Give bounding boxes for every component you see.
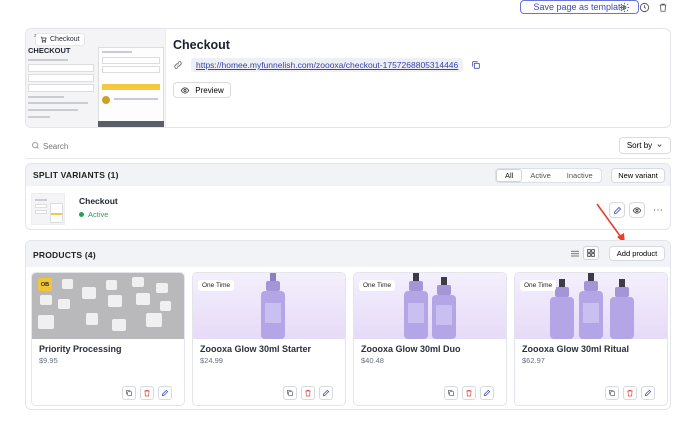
copy-icon [126, 390, 132, 396]
more-options-icon[interactable]: ⋯ [650, 202, 666, 218]
edit-product-button[interactable] [319, 386, 333, 400]
preview-button[interactable]: Preview [173, 82, 231, 98]
product-price: $40.48 [361, 356, 384, 365]
variant-status-badge: Active [79, 210, 108, 219]
product-card[interactable]: OB Priority Processing $9.95 [31, 272, 185, 406]
view-toggle [567, 246, 599, 260]
filter-tab-active[interactable]: Active [522, 169, 558, 182]
delete-product-button[interactable] [301, 386, 315, 400]
copy-icon [448, 390, 454, 396]
trash-icon [466, 389, 472, 397]
gear-icon[interactable] [617, 0, 631, 14]
divider [25, 158, 671, 159]
new-variant-button[interactable]: New variant [611, 168, 665, 183]
trash-icon [627, 389, 633, 397]
product-name: Zoooxa Glow 30ml Starter [200, 344, 312, 354]
pencil-icon [322, 389, 330, 397]
history-icon[interactable] [637, 0, 651, 14]
product-name: Zoooxa Glow 30ml Ritual [522, 344, 630, 354]
pencil-icon [483, 389, 491, 397]
products-title: PRODUCTS (4) [33, 250, 96, 260]
search-row: Sort by [25, 137, 671, 159]
chevron-down-icon [657, 144, 662, 147]
eye-icon [181, 86, 190, 94]
thumbnail-tag: Checkout [36, 34, 84, 45]
duplicate-product-button[interactable] [122, 386, 136, 400]
link-icon [174, 61, 182, 69]
thumbnail-tag-label: Checkout [50, 36, 80, 43]
product-name: Priority Processing [39, 344, 122, 354]
copy-icon [609, 390, 615, 396]
cart-icon [40, 36, 47, 43]
copy-icon[interactable] [471, 60, 481, 70]
product-price: $9.95 [39, 356, 58, 365]
products-section: PRODUCTS (4) Add product OB Priority Pro… [25, 240, 671, 410]
variant-filter-group: All Active Inactive [495, 168, 602, 183]
product-card[interactable]: One Time Zoooxa Glow 30ml Starter $24.99 [192, 272, 346, 406]
split-variants-title: SPLIT VARIANTS (1) [33, 170, 119, 180]
variant-status-label: Active [88, 210, 109, 219]
edit-product-button[interactable] [641, 386, 655, 400]
search-input[interactable] [29, 137, 589, 155]
split-variants-section: SPLIT VARIANTS (1) All Active Inactive N… [25, 163, 671, 230]
copy-icon [287, 390, 293, 396]
product-actions [605, 386, 655, 400]
filter-tab-all[interactable]: All [496, 169, 523, 182]
product-actions [122, 386, 172, 400]
page-thumbnail[interactable]: zoooxa Checkout CHECKOUT [26, 29, 166, 127]
add-product-button[interactable]: Add product [609, 246, 665, 261]
list-view-icon[interactable] [567, 246, 583, 260]
url-row: https://homee.myfunnelish.com/zoooxa/che… [173, 58, 481, 72]
one-time-badge: One Time [198, 280, 235, 291]
edit-product-button[interactable] [158, 386, 172, 400]
product-card[interactable]: One Time Zoooxa Glow 30ml Duo $40.48 [353, 272, 507, 406]
product-price: $24.99 [200, 356, 223, 365]
sort-by-label: Sort by [626, 141, 653, 150]
product-card[interactable]: One Time Zoooxa Glow 30ml Ritual $62.97 [514, 272, 668, 406]
eye-icon [632, 206, 642, 214]
pencil-icon [644, 389, 652, 397]
product-actions [444, 386, 494, 400]
thumbnail-heading: CHECKOUT [28, 46, 71, 55]
one-time-badge: One Time [520, 280, 557, 291]
one-time-badge: One Time [359, 280, 396, 291]
sort-by-button[interactable]: Sort by [619, 137, 671, 154]
ob-badge: OB [38, 278, 52, 291]
trash-icon [144, 389, 150, 397]
preview-label: Preview [195, 85, 224, 95]
trash-icon [305, 389, 311, 397]
variant-thumbnail[interactable] [31, 193, 65, 225]
delete-product-button[interactable] [140, 386, 154, 400]
edit-product-button[interactable] [480, 386, 494, 400]
product-name: Zoooxa Glow 30ml Duo [361, 344, 461, 354]
duplicate-product-button[interactable] [444, 386, 458, 400]
filter-tab-inactive[interactable]: Inactive [559, 169, 601, 182]
pencil-icon [161, 389, 169, 397]
grid-view-icon[interactable] [583, 246, 599, 260]
duplicate-product-button[interactable] [605, 386, 619, 400]
page-title: Checkout [173, 38, 230, 52]
variant-name[interactable]: Checkout [79, 196, 118, 206]
delete-product-button[interactable] [623, 386, 637, 400]
product-actions [283, 386, 333, 400]
delete-product-button[interactable] [462, 386, 476, 400]
page-header-card: zoooxa Checkout CHECKOUT Checkout https:… [25, 28, 671, 128]
product-image: OB [32, 273, 184, 339]
trash-icon[interactable] [656, 0, 670, 14]
page-url-link[interactable]: https://homee.myfunnelish.com/zoooxa/che… [191, 58, 464, 72]
status-dot [79, 212, 84, 217]
duplicate-product-button[interactable] [283, 386, 297, 400]
product-price: $62.97 [522, 356, 545, 365]
